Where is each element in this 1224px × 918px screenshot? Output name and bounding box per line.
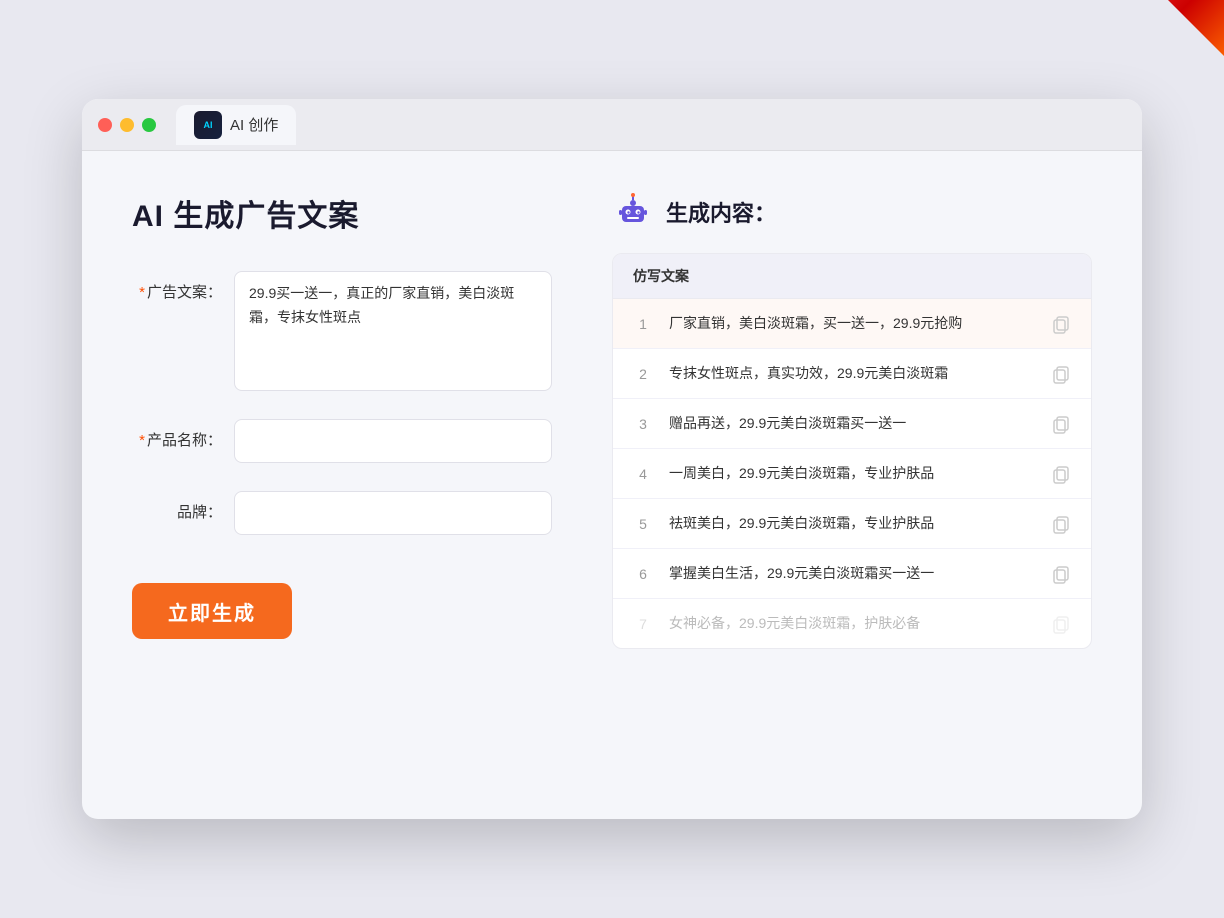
tab-title: AI 创作	[230, 114, 278, 135]
product-name-required: *	[139, 432, 145, 449]
row-text: 一周美白，29.9元美白淡斑霜，专业护肤品	[669, 463, 1035, 484]
row-text: 专抹女性斑点，真实功效，29.9元美白淡斑霜	[669, 363, 1035, 384]
row-number: 6	[633, 566, 653, 582]
traffic-lights	[98, 118, 156, 132]
table-row: 5 祛斑美白，29.9元美白淡斑霜，专业护肤品	[613, 499, 1091, 549]
row-number: 1	[633, 316, 653, 332]
robot-icon	[612, 191, 654, 233]
ai-tab-icon	[194, 111, 222, 139]
table-row: 2 专抹女性斑点，真实功效，29.9元美白淡斑霜	[613, 349, 1091, 399]
ad-copy-required: *	[139, 284, 145, 301]
close-button[interactable]	[98, 118, 112, 132]
row-number: 2	[633, 366, 653, 382]
result-header: 生成内容：	[612, 191, 1092, 233]
ai-tab[interactable]: AI 创作	[176, 105, 296, 145]
ad-copy-input[interactable]: 29.9买一送一，真正的厂家直销，美白淡斑霜，专抹女性斑点	[234, 271, 552, 391]
ad-copy-label: *广告文案：	[132, 271, 222, 302]
title-bar: AI 创作	[82, 99, 1142, 151]
copy-icon[interactable]	[1051, 614, 1071, 634]
copy-icon[interactable]	[1051, 564, 1071, 584]
product-name-input[interactable]: 美白淡斑霜	[234, 419, 552, 463]
result-title: 生成内容：	[666, 196, 776, 228]
copy-icon[interactable]	[1051, 414, 1071, 434]
brand-label: 品牌：	[132, 491, 222, 522]
right-panel: 生成内容： 仿写文案 1 厂家直销，美白淡斑霜，买一送一，29.9元抢购 2 专…	[612, 191, 1092, 649]
row-text: 厂家直销，美白淡斑霜，买一送一，29.9元抢购	[669, 313, 1035, 334]
product-name-label: *产品名称：	[132, 419, 222, 450]
result-table: 仿写文案 1 厂家直销，美白淡斑霜，买一送一，29.9元抢购 2 专抹女性斑点，…	[612, 253, 1092, 649]
table-row: 7 女神必备，29.9元美白淡斑霜，护肤必备	[613, 599, 1091, 648]
copy-icon[interactable]	[1051, 464, 1071, 484]
copy-icon[interactable]	[1051, 314, 1071, 334]
table-row: 1 厂家直销，美白淡斑霜，买一送一，29.9元抢购	[613, 299, 1091, 349]
minimize-button[interactable]	[120, 118, 134, 132]
left-panel: AI 生成广告文案 *广告文案： 29.9买一送一，真正的厂家直销，美白淡斑霜，…	[132, 191, 552, 649]
page-title: AI 生成广告文案	[132, 191, 552, 235]
brand-group: 品牌： 好白	[132, 491, 552, 535]
table-row: 4 一周美白，29.9元美白淡斑霜，专业护肤品	[613, 449, 1091, 499]
row-number: 3	[633, 416, 653, 432]
row-text: 女神必备，29.9元美白淡斑霜，护肤必备	[669, 613, 1035, 634]
brand-input[interactable]: 好白	[234, 491, 552, 535]
copy-icon[interactable]	[1051, 514, 1071, 534]
table-header: 仿写文案	[613, 254, 1091, 299]
table-row: 3 赠品再送，29.9元美白淡斑霜买一送一	[613, 399, 1091, 449]
row-text: 祛斑美白，29.9元美白淡斑霜，专业护肤品	[669, 513, 1035, 534]
maximize-button[interactable]	[142, 118, 156, 132]
browser-window: AI 创作 AI 生成广告文案 *广告文案： 29.9买一送一，真正的厂家直销，…	[82, 99, 1142, 819]
row-number: 7	[633, 616, 653, 632]
table-row: 6 掌握美白生活，29.9元美白淡斑霜买一送一	[613, 549, 1091, 599]
ad-copy-group: *广告文案： 29.9买一送一，真正的厂家直销，美白淡斑霜，专抹女性斑点	[132, 271, 552, 391]
row-number: 5	[633, 516, 653, 532]
copy-icon[interactable]	[1051, 364, 1071, 384]
generate-button[interactable]: 立即生成	[132, 583, 292, 639]
row-text: 赠品再送，29.9元美白淡斑霜买一送一	[669, 413, 1035, 434]
main-content: AI 生成广告文案 *广告文案： 29.9买一送一，真正的厂家直销，美白淡斑霜，…	[82, 151, 1142, 689]
product-name-group: *产品名称： 美白淡斑霜	[132, 419, 552, 463]
row-text: 掌握美白生活，29.9元美白淡斑霜买一送一	[669, 563, 1035, 584]
row-number: 4	[633, 466, 653, 482]
